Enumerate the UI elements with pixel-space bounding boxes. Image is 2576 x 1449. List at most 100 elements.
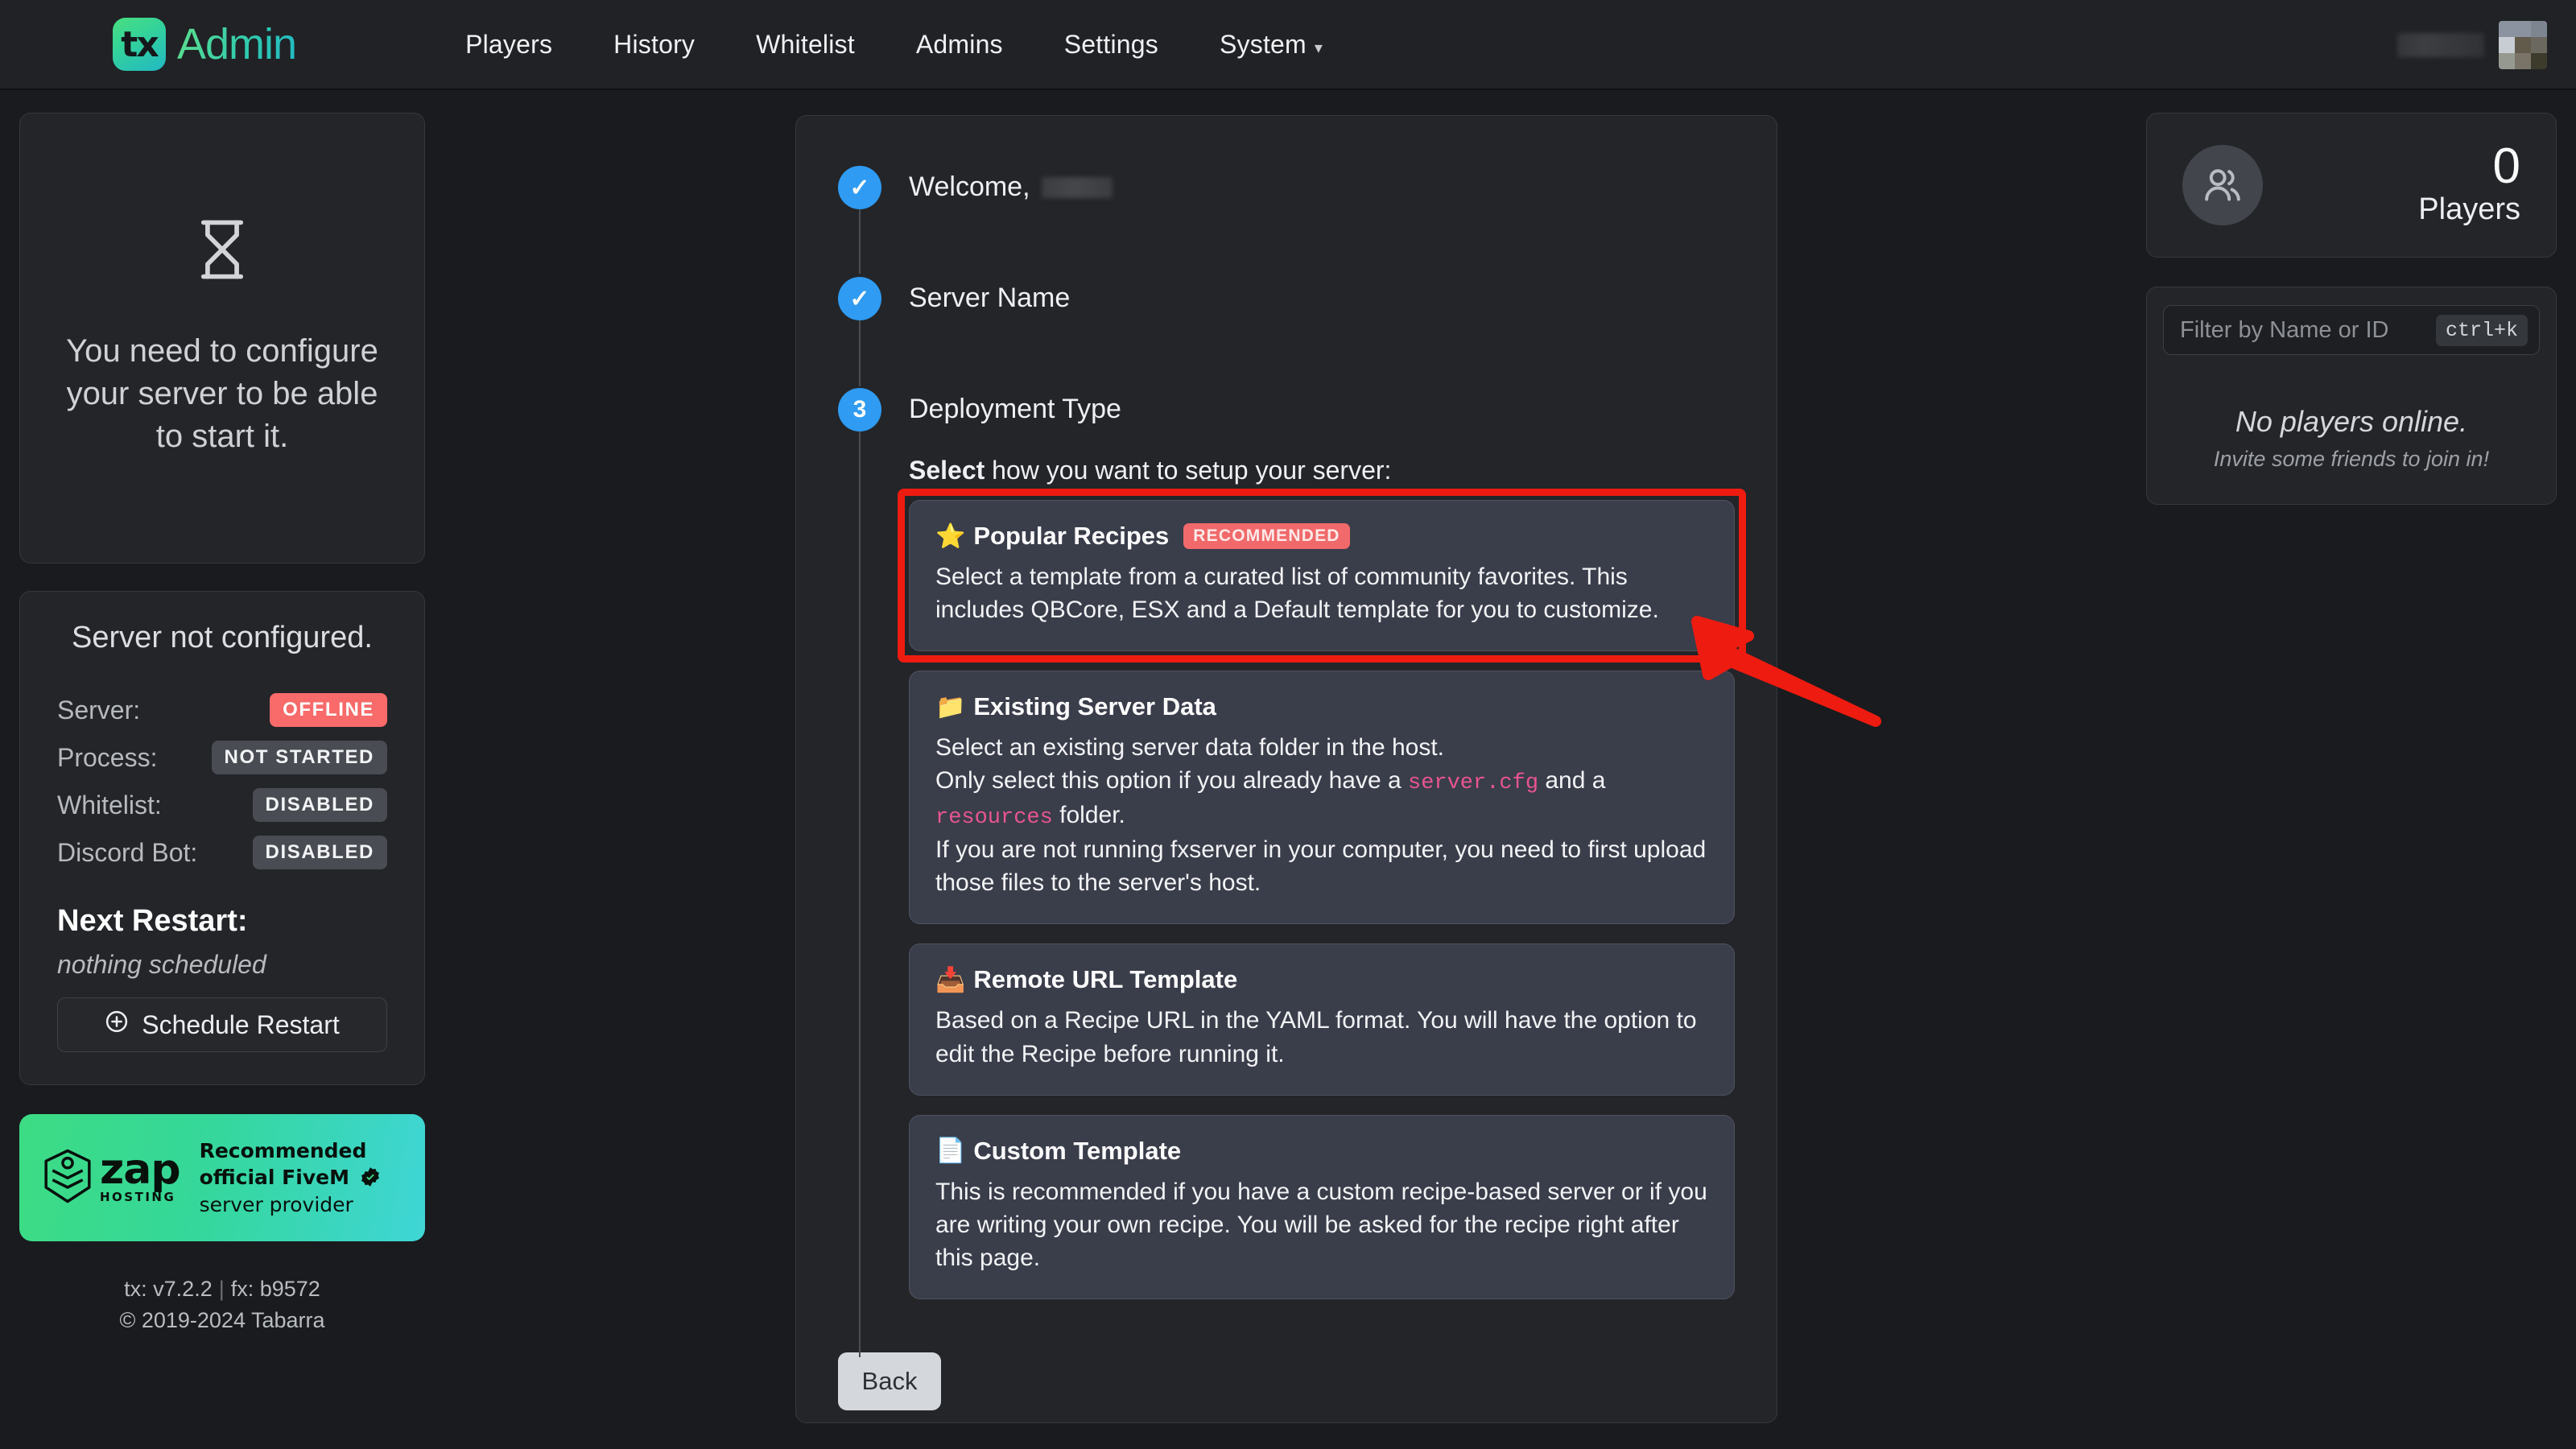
option-title-text-remote-url-template: Remote URL Template — [973, 965, 1238, 994]
left-sidebar: You need to configure your server to be … — [19, 113, 425, 1336]
brand-name: Admin — [177, 20, 297, 68]
deployment-type-body: Select how you want to setup your server… — [796, 456, 1777, 1299]
zap-wordmark: zap — [100, 1145, 181, 1194]
status-badge-whitelist: DISABLED — [252, 788, 387, 822]
status-label-server: Server: — [57, 695, 141, 724]
existing-desc-l2a: Only select this option if you already h… — [935, 767, 1408, 795]
no-players-title: No players online. — [2235, 405, 2468, 438]
app-header: tx Admin Players History Whitelist Admin… — [0, 0, 2576, 90]
players-label: Players — [2418, 192, 2520, 226]
option-title-text-popular-recipes: Popular Recipes — [973, 522, 1170, 550]
status-row-process: Process: NOT STARTED — [57, 740, 387, 775]
option-card-custom-template[interactable]: 📄 Custom Template This is recommended if… — [909, 1114, 1735, 1299]
configure-message: You need to configure your server to be … — [66, 333, 378, 454]
option-card-remote-url-template[interactable]: 📥 Remote URL Template Based on a Recipe … — [909, 943, 1735, 1096]
wizard-step-deployment-type: 3 Deployment Type — [796, 388, 1777, 431]
fx-version: fx: b9572 — [230, 1277, 320, 1301]
option-title-text-custom-template: Custom Template — [973, 1136, 1182, 1165]
select-prompt: Select how you want to setup your server… — [909, 456, 1735, 485]
account-name-redacted — [2397, 33, 2484, 57]
zap-banner-line-2: official FiveM — [199, 1166, 349, 1190]
option-desc-existing-server-data: Select an existing server data folder in… — [935, 731, 1708, 899]
existing-desc-l2c: folder. — [1052, 802, 1125, 829]
txadmin-logo-icon: tx — [113, 18, 166, 71]
zap-banner-line-1: Recommended — [199, 1138, 367, 1162]
status-row-whitelist: Whitelist: DISABLED — [57, 787, 387, 823]
back-button[interactable]: Back — [838, 1352, 941, 1410]
schedule-restart-label: Schedule Restart — [142, 1009, 340, 1039]
step-connector-2 — [859, 319, 861, 386]
server-status-card: Server not configured. Server: OFFLINE P… — [19, 591, 425, 1085]
next-restart-title: Next Restart: — [57, 904, 248, 938]
player-filter-wrap[interactable]: ctrl+k — [2163, 305, 2540, 355]
plus-circle-icon — [105, 1009, 129, 1040]
copyright: © 2019-2024 Tabarra — [119, 1308, 325, 1333]
option-title-remote-url-template: 📥 Remote URL Template — [935, 965, 1708, 994]
wizard: ✓ Welcome, ✓ Server Name 3 Deployment Ty… — [796, 116, 1777, 1410]
option-desc-custom-template: This is recommended if you have a custom… — [935, 1178, 1707, 1271]
wizard-step-server-name-label: Server Name — [909, 283, 1071, 313]
select-prompt-bold: Select — [909, 456, 985, 485]
welcome-username-redacted — [1041, 176, 1113, 198]
status-label-discord-bot: Discord Bot: — [57, 837, 198, 867]
version-line: tx: v7.2.2 | fx: b9572 — [19, 1274, 425, 1305]
wizard-step-welcome-label: Welcome, — [909, 166, 1113, 203]
zap-banner-text: Recommended official FiveM server provid… — [200, 1137, 381, 1219]
players-count: 0 — [2492, 138, 2520, 195]
status-badge-server: OFFLINE — [270, 693, 387, 727]
option-desc-popular-recipes: Select a template from a curated list of… — [935, 564, 1659, 624]
wizard-step-welcome-text: Welcome, — [909, 171, 1030, 202]
code-server-cfg: server.cfg — [1408, 771, 1539, 796]
folder-icon: 📁 — [935, 692, 966, 721]
nav-item-admins[interactable]: Admins — [916, 30, 1003, 60]
zap-hosting-subtext: HOSTING — [100, 1190, 176, 1205]
status-label-whitelist: Whitelist: — [57, 790, 162, 819]
existing-desc-l1: Select an existing server data folder in… — [935, 734, 1445, 762]
check-icon-step-2: ✓ — [838, 277, 881, 320]
existing-desc-l3: If you are not running fxserver in your … — [935, 836, 1707, 897]
player-filter-input[interactable] — [2180, 316, 2436, 344]
footer-version-info: tx: v7.2.2 | fx: b9572 © 2019-2024 Tabarra — [19, 1274, 425, 1336]
option-card-popular-recipes[interactable]: ⭐ Popular Recipes RECOMMENDED Select a t… — [909, 500, 1735, 652]
avatar[interactable] — [2499, 21, 2547, 69]
nav-item-settings[interactable]: Settings — [1064, 30, 1158, 60]
zap-banner-line-3: server provider — [199, 1192, 353, 1216]
zap-logo-group: zap HOSTING — [42, 1145, 181, 1208]
status-badge-process: NOT STARTED — [211, 741, 387, 774]
players-count-group: 0 Players — [2418, 138, 2520, 227]
configure-server-card: You need to configure your server to be … — [19, 113, 425, 564]
nav-item-system[interactable]: System ▾ — [1220, 30, 1323, 60]
step-number-3: 3 — [838, 388, 881, 431]
star-icon: ⭐ — [935, 522, 966, 551]
nav-item-history[interactable]: History — [613, 30, 695, 60]
recommended-badge: RECOMMENDED — [1183, 523, 1350, 549]
main-nav: Players History Whitelist Admins Setting… — [465, 30, 1323, 60]
no-players-subtitle: Invite some friends to join in! — [2213, 447, 2490, 471]
header-account-area[interactable] — [2397, 0, 2547, 90]
nav-item-whitelist[interactable]: Whitelist — [756, 30, 855, 60]
select-prompt-rest: how you want to setup your server: — [985, 456, 1392, 485]
right-sidebar: 0 Players ctrl+k No players online. Invi… — [2146, 113, 2557, 505]
option-title-text-existing-server-data: Existing Server Data — [973, 692, 1216, 721]
option-desc-remote-url-template: Based on a Recipe URL in the YAML format… — [935, 1007, 1697, 1067]
status-badge-discord-bot: DISABLED — [252, 836, 387, 869]
document-icon: 📄 — [935, 1137, 966, 1166]
status-row-server: Server: OFFLINE — [57, 692, 387, 728]
wizard-step-server-name: ✓ Server Name — [796, 277, 1777, 320]
zap-hosting-banner[interactable]: zap HOSTING Recommended official FiveM s… — [19, 1114, 425, 1241]
check-icon-step-1: ✓ — [838, 166, 881, 209]
status-row-discord-bot: Discord Bot: DISABLED — [57, 835, 387, 870]
option-title-custom-template: 📄 Custom Template — [935, 1137, 1708, 1166]
zap-banner-line-2-wrap: official FiveM — [200, 1164, 381, 1191]
filter-shortcut-hint: ctrl+k — [2435, 314, 2528, 346]
option-card-existing-server-data[interactable]: 📁 Existing Server Data Select an existin… — [909, 671, 1735, 925]
nav-item-players[interactable]: Players — [465, 30, 552, 60]
schedule-restart-button[interactable]: Schedule Restart — [57, 997, 387, 1052]
wizard-step-deployment-type-label: Deployment Type — [909, 394, 1121, 424]
brand-logo-group[interactable]: tx Admin — [113, 18, 297, 71]
option-title-existing-server-data: 📁 Existing Server Data — [935, 692, 1708, 721]
status-label-process: Process: — [57, 742, 158, 772]
wizard-step-welcome: ✓ Welcome, — [796, 166, 1777, 209]
players-list-card: ctrl+k No players online. Invite some fr… — [2146, 287, 2557, 505]
next-restart-value: nothing scheduled — [57, 950, 266, 979]
